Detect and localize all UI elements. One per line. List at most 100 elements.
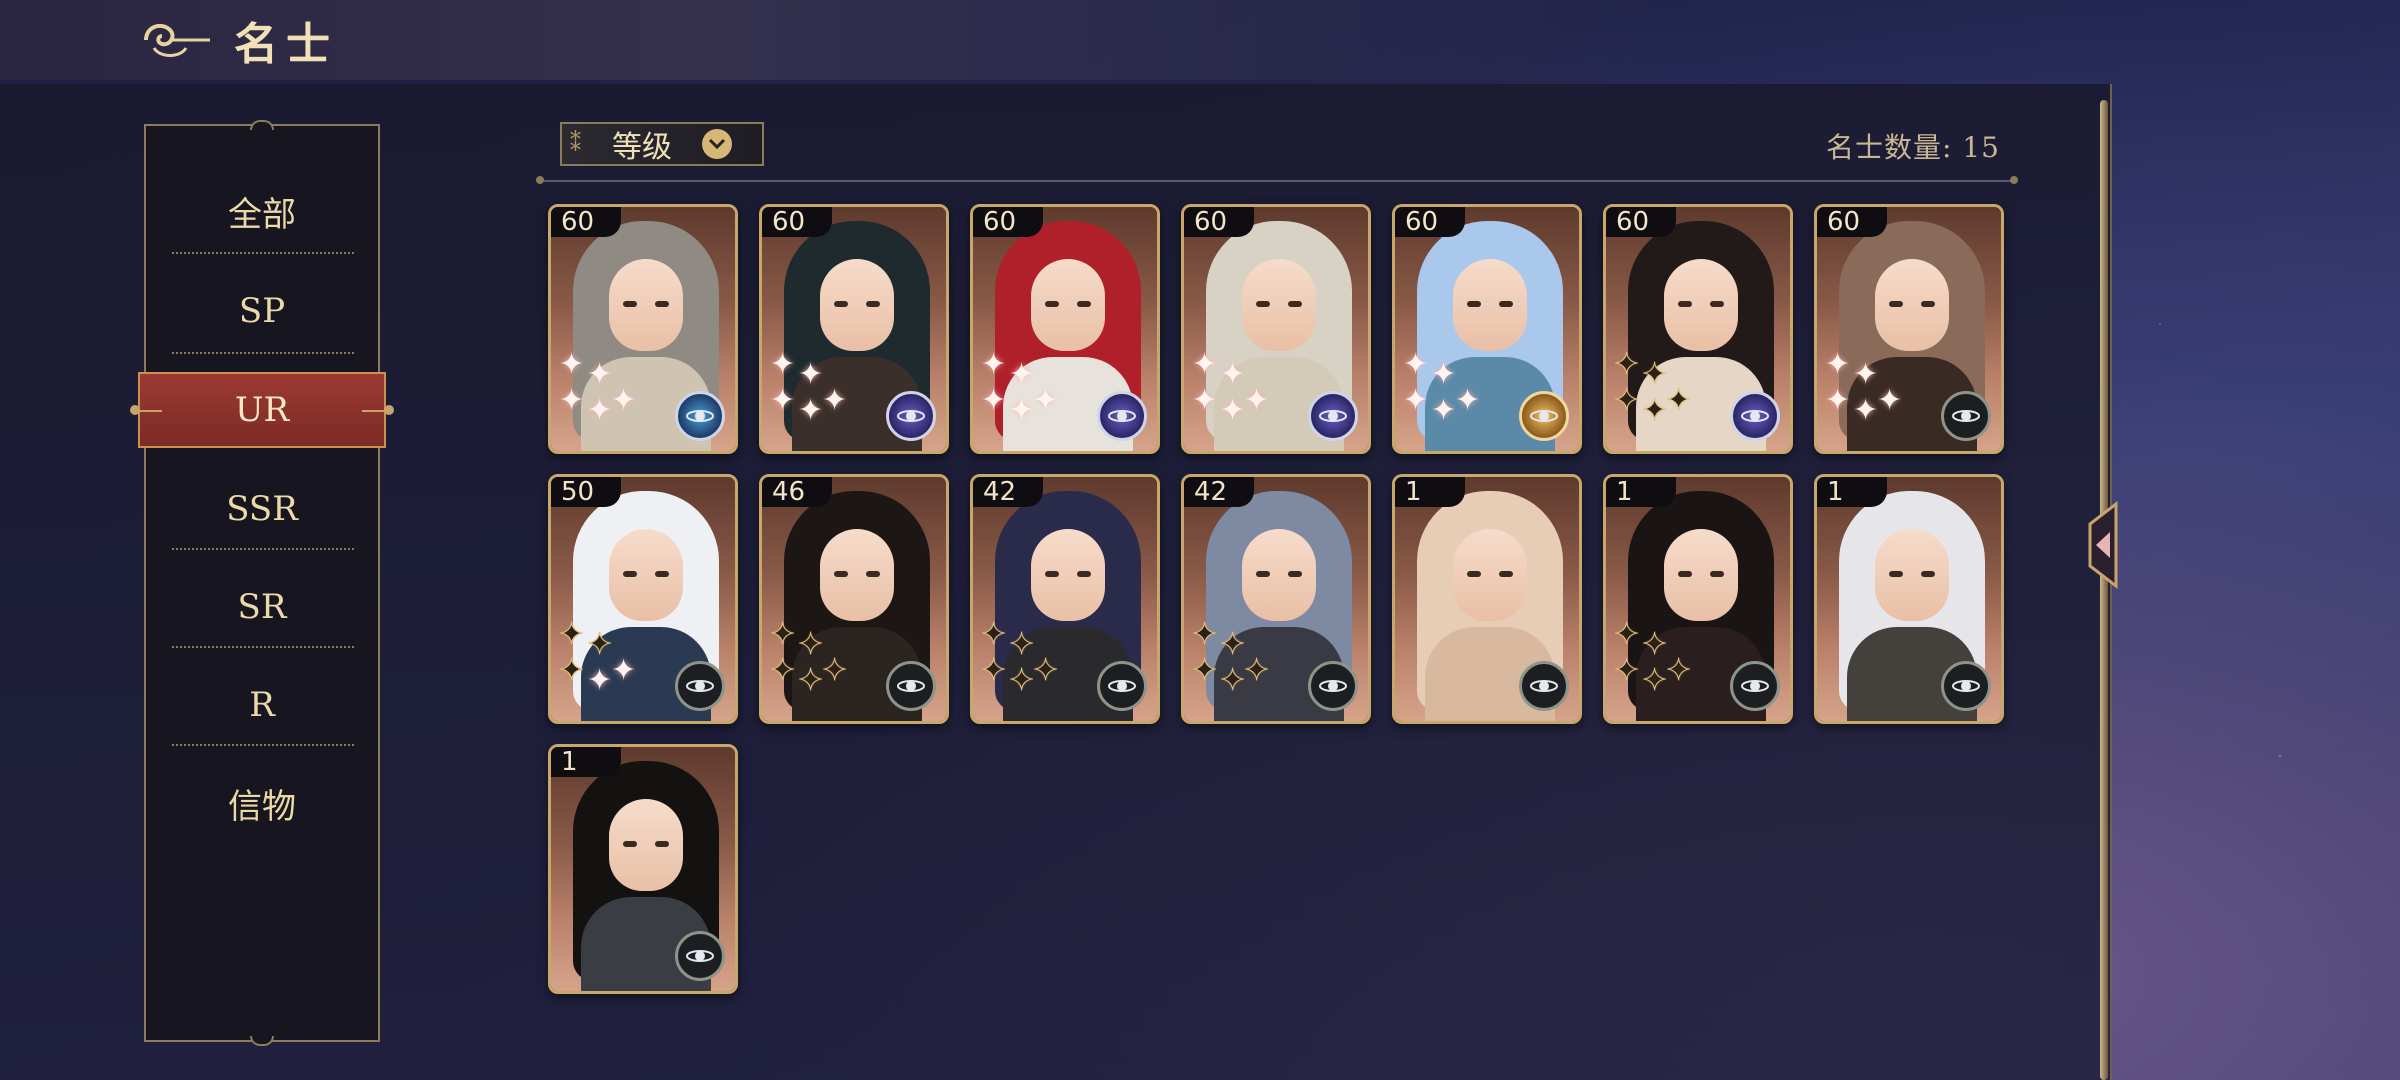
- star-icon: ✦: [559, 383, 585, 418]
- sidebar-divider: [172, 252, 354, 254]
- portrait-eye: [866, 301, 880, 307]
- portrait-eye: [866, 571, 880, 577]
- star-icon: ✦: [1613, 617, 1640, 653]
- sidebar-divider: [172, 548, 354, 550]
- portrait-eye: [1889, 571, 1903, 577]
- character-card[interactable]: ✦ ✦ ✦ ✦ ✦ 1: [1603, 474, 1793, 724]
- star-icon: ✦: [1613, 383, 1640, 419]
- portrait-face: [609, 799, 683, 891]
- character-card[interactable]: ✦ ✦ ✦ ✦ ✦ 60: [1392, 204, 1582, 454]
- star-icon: ✦: [587, 357, 613, 392]
- star-icon: ✦: [980, 653, 1007, 689]
- element-badge-icon: [1308, 391, 1358, 441]
- star-icon: ✦: [798, 393, 824, 428]
- character-card[interactable]: ✦ ✦ ✦ ✦ ✦ 42: [970, 474, 1160, 724]
- character-card[interactable]: ✦ ✦ ✦ ✦ ✦ 46: [759, 474, 949, 724]
- portrait-face: [1031, 529, 1105, 621]
- chevron-down-icon: [702, 129, 732, 159]
- character-card[interactable]: ✦ ✦ ✦ ✦ ✦ 60: [1814, 204, 2004, 454]
- star-icon: ✦: [1192, 383, 1218, 418]
- sort-label: 等级: [612, 130, 672, 165]
- filter-sr-label: SR: [237, 587, 287, 627]
- portrait-face: [609, 259, 683, 351]
- character-card[interactable]: ✦ ✦ ✦ ✦ ✦ 60: [759, 204, 949, 454]
- portrait-face: [1664, 529, 1738, 621]
- star-icon: ✦: [1220, 393, 1246, 428]
- character-card[interactable]: ✦ ✦ ✦ ✦ ✦ 60: [548, 204, 738, 454]
- star-icon: ✦: [1613, 653, 1640, 689]
- character-card[interactable]: ✦ ✦ ✦ ✦ ✦ 60: [1603, 204, 1793, 454]
- star-icon: ✦: [559, 347, 585, 382]
- star-icon: ✦: [1191, 653, 1218, 689]
- star-icon: ✦: [1455, 383, 1481, 418]
- portrait-eye: [1467, 301, 1481, 307]
- element-badge-icon: [1941, 391, 1991, 441]
- filter-sr[interactable]: SR: [146, 558, 378, 656]
- filter-ur[interactable]: UR: [130, 372, 394, 448]
- filter-r[interactable]: R: [146, 656, 378, 754]
- toolbar-divider: [536, 176, 2018, 184]
- star-icon: ✦: [1008, 663, 1035, 699]
- portrait-face: [1453, 529, 1527, 621]
- star-icon: ✦: [1403, 347, 1429, 382]
- star-icon: ✦: [797, 627, 824, 663]
- portrait-face: [1875, 259, 1949, 351]
- star-icon: ✦: [770, 347, 796, 382]
- card-level: 60: [551, 207, 621, 237]
- portrait-face: [1664, 259, 1738, 351]
- star-icon: ✦: [558, 617, 585, 653]
- filter-token-label: 信物: [228, 786, 296, 827]
- character-card[interactable]: 1: [548, 744, 738, 994]
- star-icon: ✦: [1853, 357, 1879, 392]
- portrait-face: [609, 529, 683, 621]
- character-card[interactable]: 1: [1814, 474, 2004, 724]
- star-icon: ✦: [981, 383, 1007, 418]
- portrait-eye: [1499, 301, 1513, 307]
- star-icon: ✦: [1220, 357, 1246, 392]
- title-group: 名士: [140, 8, 338, 72]
- star-icon: ✦: [798, 357, 824, 392]
- element-badge-icon: [1308, 661, 1358, 711]
- filter-sp-label: SP: [238, 291, 286, 331]
- star-icon: ✦: [1009, 393, 1035, 428]
- element-badge-icon: [1519, 391, 1569, 441]
- collapse-arrow-icon[interactable]: [2080, 500, 2120, 590]
- portrait-eye: [1256, 301, 1270, 307]
- sidebar-divider: [172, 352, 354, 354]
- star-icon: ✦: [587, 663, 613, 698]
- sidebar-divider: [172, 744, 354, 746]
- card-level: 60: [1395, 207, 1465, 237]
- character-card[interactable]: ✦ ✦ ✦ ✦ ✦ 50: [548, 474, 738, 724]
- card-level: 1: [1606, 477, 1676, 507]
- portrait-eye: [1288, 301, 1302, 307]
- card-level: 60: [1817, 207, 1887, 237]
- filter-all-label: 全部: [228, 194, 296, 235]
- sort-dropdown[interactable]: ⁑ 等级: [560, 122, 764, 166]
- filter-all[interactable]: 全部: [146, 162, 378, 260]
- card-level: 46: [762, 477, 832, 507]
- filter-token[interactable]: 信物: [146, 754, 378, 852]
- character-card[interactable]: ✦ ✦ ✦ ✦ ✦ 60: [970, 204, 1160, 454]
- star-icon: ✦: [1191, 617, 1218, 653]
- portrait-eye: [1710, 571, 1724, 577]
- portrait-face: [1242, 259, 1316, 351]
- character-card[interactable]: ✦ ✦ ✦ ✦ ✦ 60: [1181, 204, 1371, 454]
- portrait-eye: [623, 301, 637, 307]
- portrait-face: [820, 259, 894, 351]
- filter-ssr[interactable]: SSR: [146, 460, 378, 558]
- page-title: 名士: [234, 19, 338, 70]
- character-card[interactable]: 1: [1392, 474, 1582, 724]
- star-icon: ✦: [1219, 663, 1246, 699]
- element-badge-icon: [1730, 391, 1780, 441]
- portrait-eye: [1077, 571, 1091, 577]
- portrait-eye: [1256, 571, 1270, 577]
- filter-sp[interactable]: SP: [146, 262, 378, 360]
- character-card[interactable]: ✦ ✦ ✦ ✦ ✦ 42: [1181, 474, 1371, 724]
- card-level: 60: [762, 207, 832, 237]
- portrait-eye: [1045, 571, 1059, 577]
- star-icon: ✦: [1665, 653, 1692, 689]
- portrait-eye: [1288, 571, 1302, 577]
- card-level: 60: [1606, 207, 1676, 237]
- star-icon: ✦: [1877, 383, 1903, 418]
- portrait-eye: [1499, 571, 1513, 577]
